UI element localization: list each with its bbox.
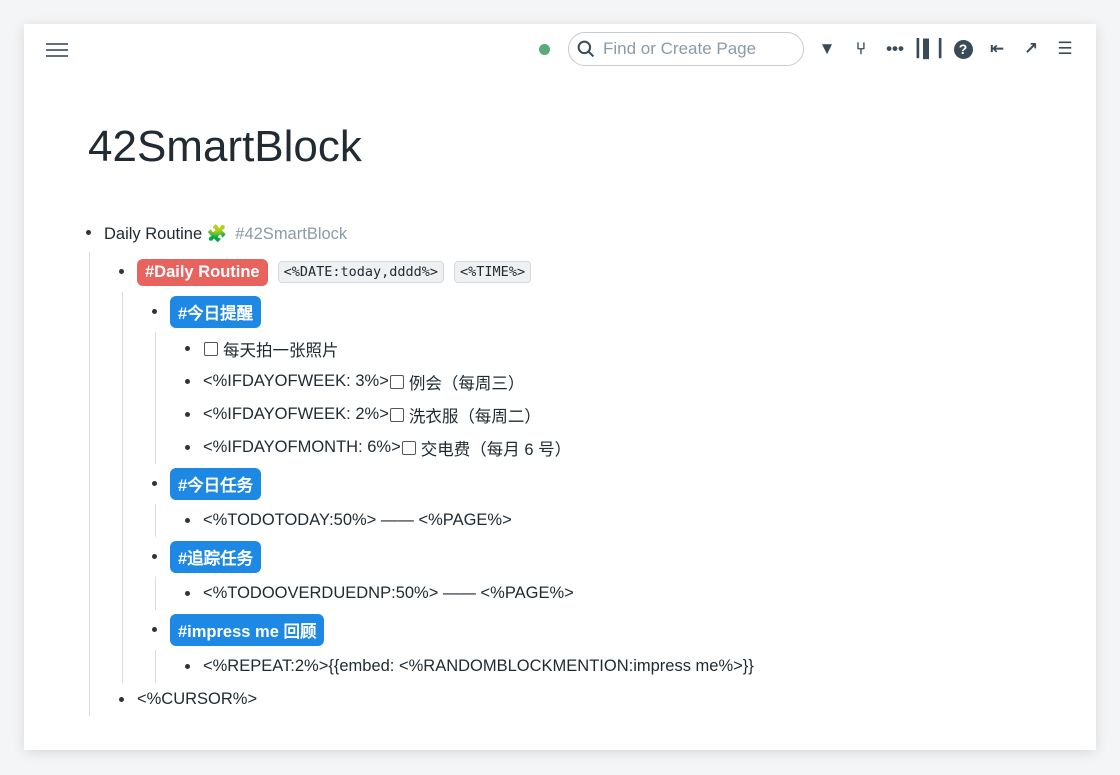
outdent-icon[interactable]: ⇤ [986, 38, 1008, 60]
checkbox[interactable] [389, 407, 404, 422]
sidebar-icon[interactable]: ┃▌┃ [913, 38, 946, 60]
block-cursor[interactable]: <%CURSOR%> [113, 683, 754, 716]
more-icon[interactable]: ••• [884, 38, 906, 60]
checkbox[interactable] [389, 374, 404, 389]
search-box[interactable] [568, 32, 804, 66]
block-daily-routine[interactable]: #Daily Routine <%DATE:today,dddd%> <%TIME%… [113, 252, 754, 292]
tag-today-tasks[interactable]: #今日任务 [170, 468, 262, 500]
connect-icon[interactable]: ↗ [1020, 38, 1042, 60]
checkbox[interactable] [401, 440, 416, 455]
item-text: <%REPEAT:2%>{{embed: <%RANDOMBLOCKMENTIO… [203, 657, 754, 675]
block-tree: Daily Routine 🧩 #42SmartBlock #Daily Rout… [80, 216, 754, 716]
graph-icon[interactable]: ⑂ [850, 38, 872, 60]
checkbox[interactable] [204, 341, 218, 356]
block-reminder[interactable]: #今日提醒 [146, 292, 754, 332]
list-item[interactable]: <%IFDAYOFWEEK: 2%> 洗衣服（每周二） [179, 398, 754, 431]
search-icon [577, 40, 595, 58]
tag-link[interactable]: #42SmartBlock [235, 225, 347, 244]
item-text: 洗衣服（每周二） [408, 407, 541, 426]
code-date: <%DATE:today,dddd%> [277, 261, 445, 283]
filter-icon[interactable]: ▼ [816, 38, 838, 60]
help-icon[interactable]: ? [952, 38, 974, 60]
menu-icon[interactable] [46, 40, 68, 60]
item-text: 交电费（每月 6 号） [420, 440, 572, 459]
item-text: <%CURSOR%> [137, 690, 258, 708]
code-time: <%TIME%> [454, 261, 532, 283]
item-text: <%TODOTODAY:50%> —— <%PAGE%> [203, 511, 512, 529]
item-text: 每天拍一张照片 [223, 341, 339, 360]
tag-impress[interactable]: #impress me 回顾 [170, 614, 325, 646]
topbar: ▼ ⑂ ••• ┃▌┃ ? ⇤ ↗ ☰ [539, 32, 1076, 66]
item-text: 例会（每周三） [408, 374, 525, 393]
item-cmd: <%IFDAYOFWEEK: 2%> [203, 405, 389, 423]
page-card: ▼ ⑂ ••• ┃▌┃ ? ⇤ ↗ ☰ 42SmartBlock Daily R… [24, 24, 1096, 750]
search-input[interactable] [601, 38, 795, 60]
list-item[interactable]: <%IFDAYOFMONTH: 6%> 交电费（每月 6 号） [179, 431, 754, 464]
align-icon[interactable]: ☰ [1054, 38, 1076, 60]
item-cmd: <%IFDAYOFMONTH: 6%> [203, 438, 401, 456]
puzzle-emoji: 🧩 [206, 224, 228, 243]
block-today-tasks[interactable]: #今日任务 [146, 464, 754, 504]
tag-daily-routine[interactable]: #Daily Routine [137, 258, 268, 286]
tag-reminder[interactable]: #今日提醒 [170, 296, 262, 328]
tag-track-tasks[interactable]: #追踪任务 [170, 541, 262, 573]
list-item[interactable]: <%TODOTODAY:50%> —— <%PAGE%> [179, 504, 754, 537]
block-root[interactable]: Daily Routine 🧩 #42SmartBlock [80, 216, 754, 252]
item-cmd: <%IFDAYOFWEEK: 3%> [203, 372, 389, 390]
block-text: Daily Routine [104, 224, 203, 243]
sync-status-icon [539, 43, 550, 55]
item-text: <%TODOOVERDUEDNP:50%> —— <%PAGE%> [203, 584, 574, 602]
block-track-tasks[interactable]: #追踪任务 [146, 537, 754, 577]
list-item[interactable]: 每天拍一张照片 [179, 332, 754, 365]
list-item[interactable]: <%IFDAYOFWEEK: 3%> 例会（每周三） [179, 365, 754, 398]
list-item[interactable]: <%REPEAT:2%>{{embed: <%RANDOMBLOCKMENTIO… [179, 650, 754, 683]
list-item[interactable]: <%TODOOVERDUEDNP:50%> —— <%PAGE%> [179, 577, 754, 610]
page-title: 42SmartBlock [88, 122, 362, 171]
block-impress[interactable]: #impress me 回顾 [146, 610, 754, 650]
